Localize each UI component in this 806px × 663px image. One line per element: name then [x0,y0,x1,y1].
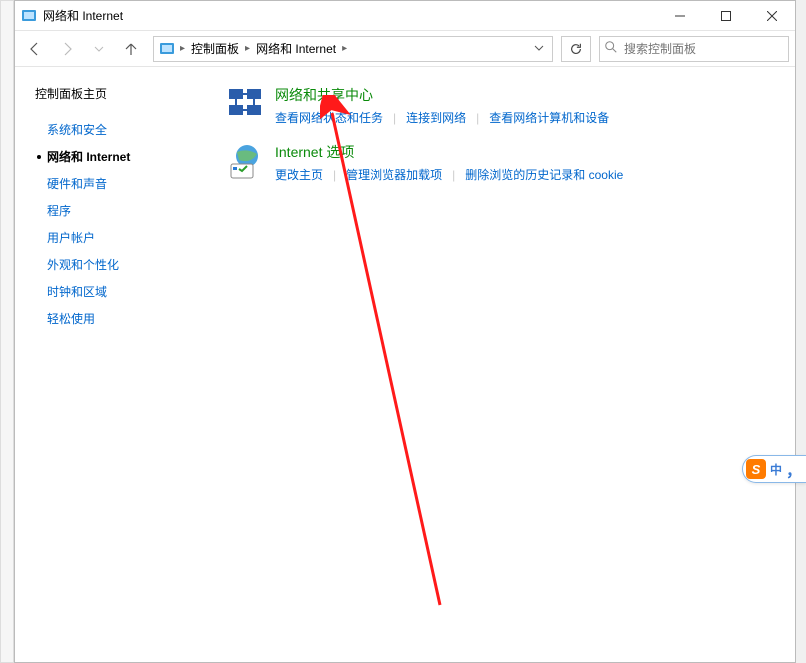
app-icon [21,8,37,24]
network-sharing-icon [225,85,265,125]
sidebar-item-network-internet[interactable]: 网络和 Internet [35,143,207,170]
navbar: ▸ 控制面板 ▸ 网络和 Internet ▸ [15,31,795,67]
section-internet-options: Internet 选项 更改主页 | 管理浏览器加载项 | 删除浏览的历史记录和… [225,142,785,183]
sidebar-item-label: 硬件和声音 [47,175,107,192]
back-button[interactable] [21,35,49,63]
address-bar[interactable]: ▸ 控制面板 ▸ 网络和 Internet ▸ [153,36,553,62]
address-dropdown[interactable] [528,42,550,56]
sidebar-item-hardware-sound[interactable]: 硬件和声音 [35,170,207,197]
content-area: 控制面板主页 系统和安全 网络和 Internet 硬件和声音 程序 用户帐户 … [15,67,795,662]
sidebar-item-ease-of-access[interactable]: 轻松使用 [35,305,207,332]
control-panel-home-link[interactable]: 控制面板主页 [35,85,207,102]
connect-to-network-link[interactable]: 连接到网络 [406,109,466,126]
link-separator: | [442,168,465,182]
up-button[interactable] [117,35,145,63]
minimize-button[interactable] [657,1,703,31]
link-separator: | [383,111,406,125]
sidebar-item-label: 系统和安全 [47,121,107,138]
titlebar: 网络和 Internet [15,1,795,31]
link-separator: | [466,111,489,125]
control-panel-window: 网络和 Internet ▸ 控制面板 [14,0,796,663]
view-network-computers-link[interactable]: 查看网络计算机和设备 [489,109,609,126]
sidebar-item-label: 网络和 Internet [47,148,130,165]
search-box[interactable] [599,36,789,62]
ime-indicator[interactable]: S 中 ， [742,455,806,483]
change-homepage-link[interactable]: 更改主页 [275,166,323,183]
sidebar-item-label: 程序 [47,202,71,219]
breadcrumb-item[interactable]: 网络和 Internet [252,37,340,61]
sidebar-item-clock-region[interactable]: 时钟和区域 [35,278,207,305]
manage-addons-link[interactable]: 管理浏览器加载项 [346,166,442,183]
section-links: 查看网络状态和任务 | 连接到网络 | 查看网络计算机和设备 [275,109,785,126]
ime-punct-label: ， [786,457,802,481]
sidebar: 控制面板主页 系统和安全 网络和 Internet 硬件和声音 程序 用户帐户 … [15,67,215,662]
sidebar-item-user-accounts[interactable]: 用户帐户 [35,224,207,251]
search-icon [604,40,618,57]
ime-mode-label: 中 [770,461,782,478]
background-edge-left [0,0,14,663]
section-links: 更改主页 | 管理浏览器加载项 | 删除浏览的历史记录和 cookie [275,166,785,183]
link-separator: | [323,168,346,182]
sidebar-item-programs[interactable]: 程序 [35,197,207,224]
breadcrumb-item[interactable]: 控制面板 [187,37,243,61]
window-title: 网络和 Internet [43,7,123,24]
search-input[interactable] [624,42,784,56]
recent-locations-dropdown[interactable] [85,35,113,63]
address-icon [156,38,178,60]
network-sharing-center-link[interactable]: 网络和共享中心 [275,85,785,105]
sidebar-item-system-security[interactable]: 系统和安全 [35,116,207,143]
close-button[interactable] [749,1,795,31]
section-network-sharing: 网络和共享中心 查看网络状态和任务 | 连接到网络 | 查看网络计算机和设备 [225,85,785,126]
forward-button[interactable] [53,35,81,63]
maximize-button[interactable] [703,1,749,31]
internet-options-link[interactable]: Internet 选项 [275,142,785,162]
sidebar-item-label: 时钟和区域 [47,283,107,300]
sidebar-item-label: 用户帐户 [47,229,95,246]
refresh-button[interactable] [561,36,591,62]
sidebar-item-label: 外观和个性化 [47,256,119,273]
main-panel: 网络和共享中心 查看网络状态和任务 | 连接到网络 | 查看网络计算机和设备 [215,67,795,662]
sidebar-item-appearance[interactable]: 外观和个性化 [35,251,207,278]
chevron-right-icon[interactable]: ▸ [243,43,252,54]
chevron-right-icon[interactable]: ▸ [340,43,349,54]
chevron-right-icon[interactable]: ▸ [178,43,187,54]
delete-history-cookies-link[interactable]: 删除浏览的历史记录和 cookie [465,166,623,183]
sogou-logo-icon: S [746,459,766,479]
view-network-status-link[interactable]: 查看网络状态和任务 [275,109,383,126]
internet-options-icon [225,142,265,182]
sidebar-item-label: 轻松使用 [47,310,95,327]
